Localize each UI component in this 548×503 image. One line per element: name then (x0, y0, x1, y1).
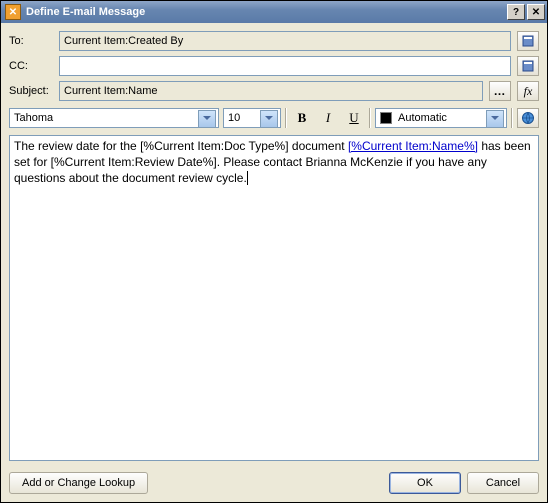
cc-row: CC: (9, 56, 539, 76)
cc-label: CC: (9, 60, 53, 72)
dialog-window: ✕ Define E-mail Message ? ✕ To: Current … (0, 0, 548, 503)
font-color-select[interactable]: Automatic (375, 108, 507, 128)
globe-icon (521, 111, 535, 125)
divider (285, 108, 287, 128)
to-field[interactable]: Current Item:Created By (59, 31, 511, 51)
underline-button[interactable]: U (343, 108, 365, 128)
dialog-title: Define E-mail Message (26, 6, 507, 18)
bold-button[interactable]: B (291, 108, 313, 128)
close-button[interactable]: ✕ (527, 4, 545, 20)
chevron-down-icon (203, 116, 211, 120)
app-icon: ✕ (5, 4, 21, 20)
lookup-button[interactable]: Add or Change Lookup (9, 472, 148, 494)
message-body[interactable]: The review date for the [%Current Item:D… (9, 135, 539, 461)
subject-row: Subject: Current Item:Name … fx (9, 81, 539, 101)
text-cursor (247, 171, 248, 185)
subject-field[interactable]: Current Item:Name (59, 81, 483, 101)
address-book-to-button[interactable] (517, 31, 539, 51)
ok-button[interactable]: OK (389, 472, 461, 494)
chevron-down-icon (265, 116, 273, 120)
book-icon (521, 34, 535, 48)
fx-icon: fx (524, 84, 533, 99)
to-row: To: Current Item:Created By (9, 31, 539, 51)
cancel-button[interactable]: Cancel (467, 472, 539, 494)
color-value: Automatic (398, 112, 447, 124)
divider (511, 108, 513, 128)
body-link[interactable]: [%Current Item:Name%] (348, 139, 478, 153)
content-area: To: Current Item:Created By CC: Subject:… (1, 23, 547, 502)
titlebar: ✕ Define E-mail Message ? ✕ (1, 1, 547, 23)
color-swatch (380, 112, 392, 124)
help-button[interactable]: ? (507, 4, 525, 20)
font-value: Tahoma (14, 112, 53, 124)
size-value: 10 (228, 112, 240, 124)
chevron-down-icon (491, 116, 499, 120)
button-row: Add or Change Lookup OK Cancel (9, 466, 539, 494)
address-book-cc-button[interactable] (517, 56, 539, 76)
subject-more-button[interactable]: … (489, 81, 511, 101)
cc-field[interactable] (59, 56, 511, 76)
font-select[interactable]: Tahoma (9, 108, 219, 128)
globe-button[interactable] (517, 108, 539, 128)
body-text-before: The review date for the [%Current Item:D… (14, 139, 348, 153)
font-size-select[interactable]: 10 (223, 108, 281, 128)
subject-fx-button[interactable]: fx (517, 81, 539, 101)
window-controls: ? ✕ (507, 4, 545, 20)
format-toolbar: Tahoma 10 B I U Automatic (9, 106, 539, 130)
italic-button[interactable]: I (317, 108, 339, 128)
divider (369, 108, 371, 128)
subject-label: Subject: (9, 85, 53, 97)
to-label: To: (9, 35, 53, 47)
book-icon (521, 59, 535, 73)
